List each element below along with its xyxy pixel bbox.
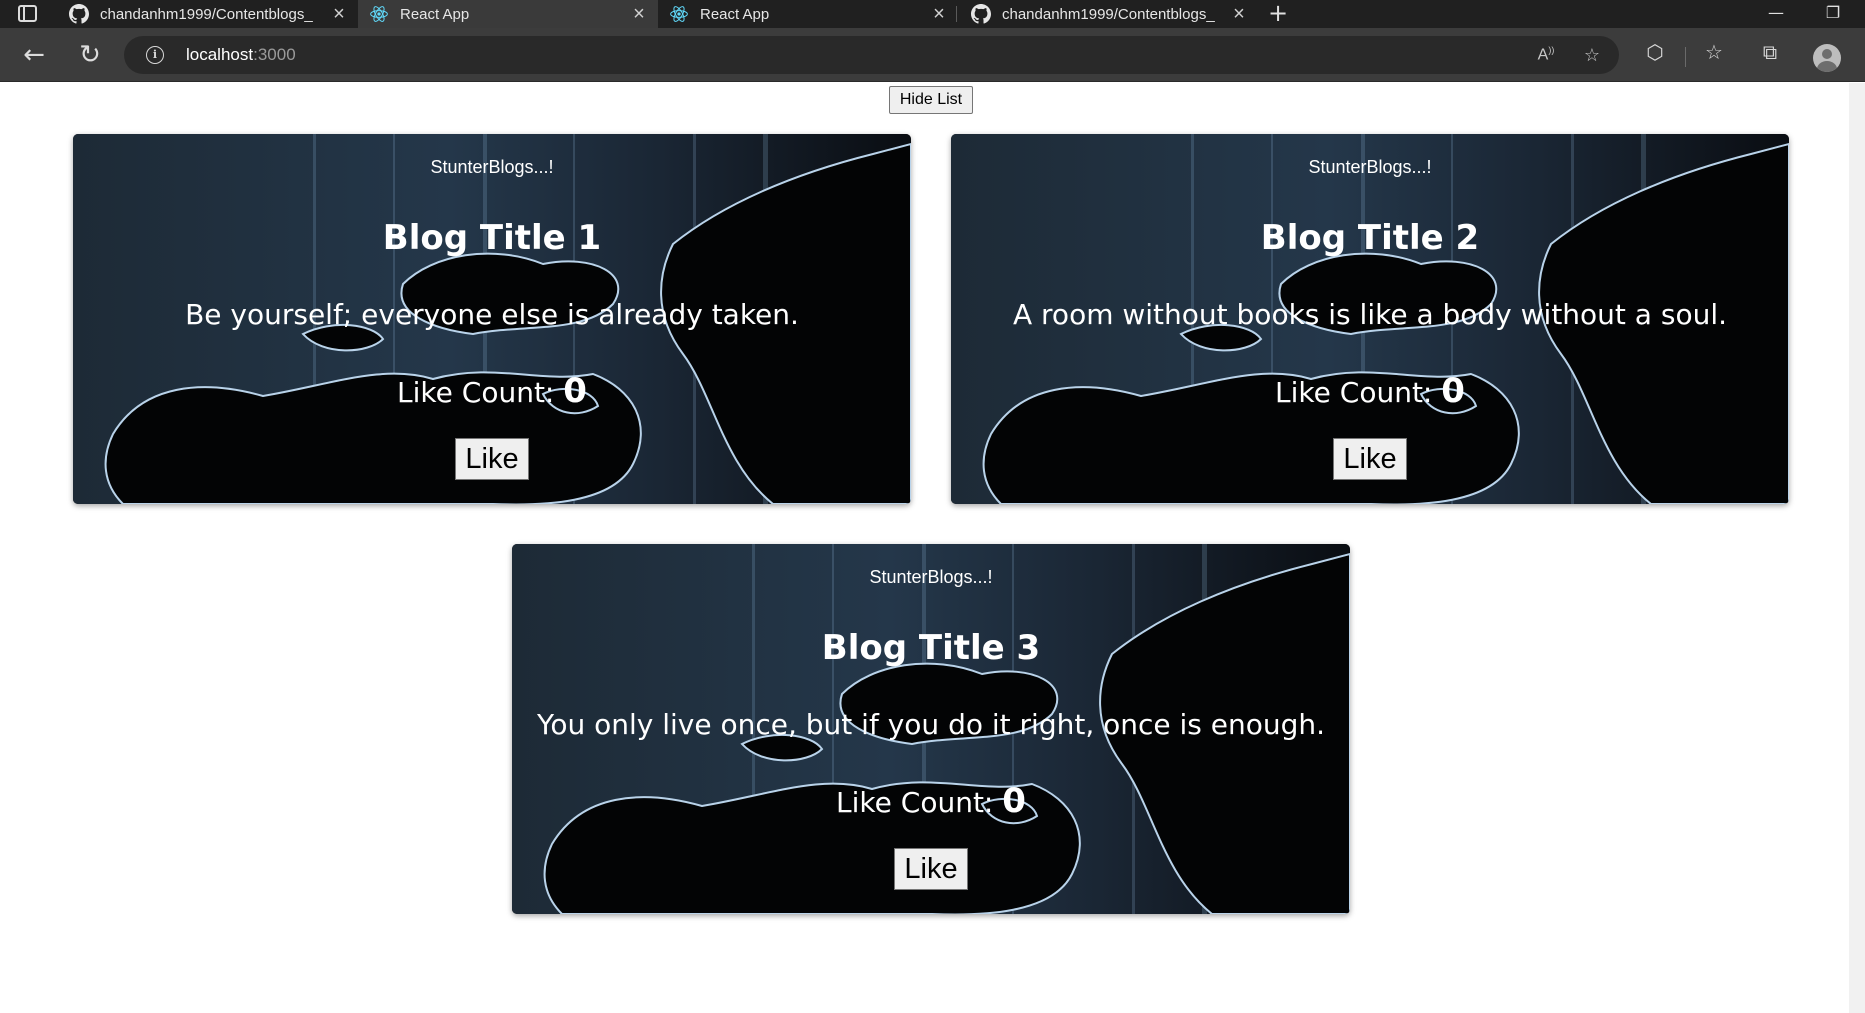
blog-card: StunterBlogs...! Blog Title 1 Be yoursel…: [73, 134, 911, 504]
info-icon[interactable]: i: [146, 46, 164, 64]
react-icon: [368, 3, 390, 25]
address-field[interactable]: i localhost:3000 A)) ☆: [124, 36, 1619, 74]
brand-name: StunterBlogs...!: [1308, 157, 1432, 177]
vertical-scrollbar[interactable]: [1849, 83, 1865, 1013]
blog-quote: Be yourself; everyone else is already ta…: [185, 298, 799, 331]
blog-quote: A room without books is like a body with…: [1012, 298, 1728, 331]
url-text: localhost:3000: [186, 45, 296, 64]
like-count-value: 0: [1002, 781, 1026, 821]
tab-title: React App: [700, 5, 770, 23]
favorites-icon[interactable]: ☆: [1700, 40, 1728, 66]
back-arrow-icon[interactable]: ←: [17, 39, 51, 73]
refresh-icon[interactable]: ↻: [73, 39, 107, 73]
blog-card: StunterBlogs...! Blog Title 3 You only l…: [512, 544, 1350, 914]
read-aloud-icon[interactable]: A)): [1534, 45, 1558, 67]
blog-card: StunterBlogs...! Blog Title 2 A room wit…: [951, 134, 1789, 504]
tab-github-2[interactable]: chandanhm1999/Contentblogs_ ×: [960, 0, 1258, 28]
close-icon[interactable]: ×: [328, 3, 350, 26]
profile-avatar[interactable]: [1813, 44, 1841, 72]
tab-title: React App: [400, 5, 470, 23]
add-favorite-icon[interactable]: ☆: [1580, 45, 1604, 67]
brand-name: StunterBlogs...!: [430, 157, 554, 177]
blog-title: Blog Title 3: [821, 628, 1041, 668]
close-icon[interactable]: ×: [928, 3, 950, 26]
tab-divider: [956, 6, 957, 22]
like-count-value: 0: [563, 371, 587, 411]
brand-name: StunterBlogs...!: [869, 567, 993, 587]
extensions-icon[interactable]: ⬡: [1641, 40, 1669, 66]
tab-react-app[interactable]: React App ×: [658, 0, 958, 28]
like-button[interactable]: Like: [455, 438, 529, 480]
tab-title: chandanhm1999/Contentblogs_: [1002, 5, 1215, 23]
react-icon: [668, 3, 690, 25]
tab-github-1[interactable]: chandanhm1999/Contentblogs_ ×: [58, 0, 358, 28]
like-count-label: Like Count:: [397, 376, 555, 409]
blog-quote: You only live once, but if you do it rig…: [536, 708, 1326, 741]
like-count-label: Like Count:: [1275, 376, 1433, 409]
new-tab-icon[interactable]: +: [1264, 0, 1292, 28]
toolbar-separator: [1685, 47, 1686, 67]
tab-title: chandanhm1999/Contentblogs_: [100, 5, 313, 23]
page-content: Hide List StunterBlogs...! Blog Title 1 …: [0, 83, 1849, 1013]
like-button[interactable]: Like: [1333, 438, 1407, 480]
address-toolbar: ← ↻ i localhost:3000 A)) ☆: [0, 28, 1865, 82]
like-count-label: Like Count:: [836, 786, 994, 819]
restore-icon[interactable]: ❐: [1813, 0, 1853, 28]
github-icon: [68, 3, 90, 25]
blog-title: Blog Title 1: [382, 218, 602, 258]
like-count: Like Count: 0: [73, 371, 911, 411]
tab-actions-icon[interactable]: [18, 5, 37, 22]
like-count: Like Count: 0: [512, 781, 1350, 821]
tab-react-app-active[interactable]: React App ×: [358, 0, 658, 28]
close-icon[interactable]: ×: [628, 3, 650, 26]
collections-icon[interactable]: ⧉: [1756, 40, 1784, 66]
blog-title: Blog Title 2: [1260, 218, 1480, 258]
github-icon: [970, 3, 992, 25]
like-count-value: 0: [1441, 371, 1465, 411]
close-icon[interactable]: ×: [1228, 3, 1250, 26]
hide-list-button[interactable]: Hide List: [889, 86, 973, 114]
like-button[interactable]: Like: [894, 848, 968, 890]
minimize-icon[interactable]: —: [1756, 0, 1796, 28]
tab-strip: chandanhm1999/Contentblogs_ × React App …: [0, 0, 1865, 28]
like-count: Like Count: 0: [951, 371, 1789, 411]
